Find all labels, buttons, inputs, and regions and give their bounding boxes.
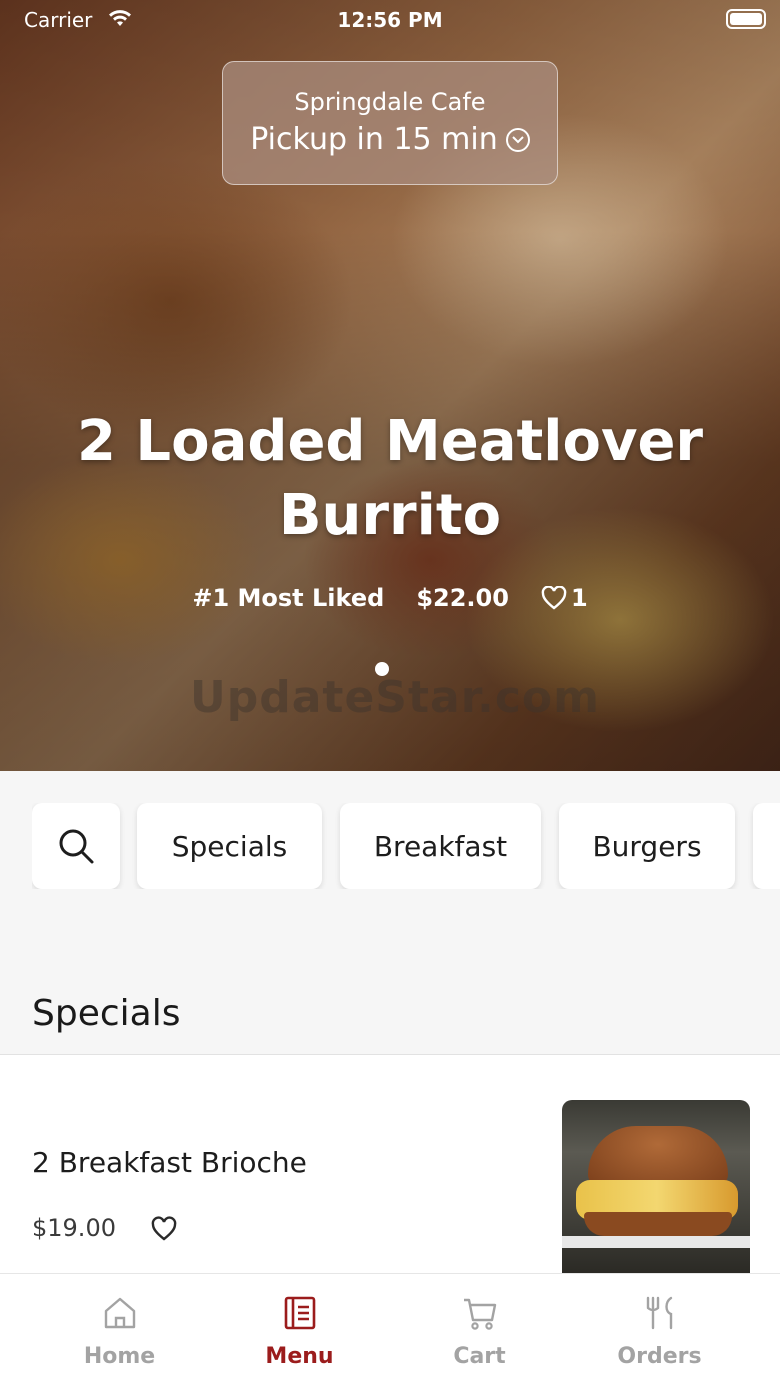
most-liked-badge: #1 Most Liked [192,584,385,612]
tab-orders[interactable]: Orders [562,1274,757,1387]
section-title: Specials [32,993,181,1034]
pickup-location-selector[interactable]: Springdale Cafe Pickup in 15 min [222,61,558,185]
pickup-time: Pickup in 15 min [250,122,498,157]
featured-item-meta: #1 Most Liked $22.00 1 [0,584,780,612]
featured-item-likes[interactable]: 1 [541,584,588,612]
status-time: 12:56 PM [337,8,443,32]
featured-item-price: $22.00 [416,584,509,612]
tab-label: Menu [265,1344,334,1369]
tab-label: Cart [453,1344,506,1369]
tab-bar: Home Menu Cart Orders [0,1273,780,1387]
tab-label: Orders [617,1344,702,1369]
category-strip: Specials Breakfast Burgers [32,803,780,889]
heart-icon [541,586,567,610]
category-label: Specials [171,829,288,863]
chevron-down-icon [505,127,530,152]
plate [562,1236,750,1248]
menu-item-name[interactable]: 2 Breakfast Brioche [32,1146,307,1179]
featured-item-title: 2 Loaded Meatlover Burrito [76,409,704,548]
heart-icon[interactable] [150,1216,178,1242]
menu-item-price: $19.00 [32,1214,116,1242]
category-chip-breakfast[interactable]: Breakfast [340,803,541,889]
status-bar: Carrier 12:56 PM [0,0,780,40]
category-label: Burgers [592,829,702,863]
tab-label: Home [83,1344,156,1369]
search-icon [59,829,94,864]
likes-count: 1 [570,584,588,612]
tab-menu[interactable]: Menu [202,1274,397,1387]
bun-top [588,1126,728,1188]
tab-home[interactable]: Home [22,1274,217,1387]
cafe-name: Springdale Cafe [294,88,486,116]
orders-icon [646,1296,673,1330]
category-label: Breakfast [373,829,508,863]
menu-item-image[interactable] [562,1100,750,1273]
category-chip-specials[interactable]: Specials [137,803,322,889]
home-icon [104,1297,136,1329]
search-button[interactable] [32,803,120,889]
tab-cart[interactable]: Cart [382,1274,577,1387]
battery-icon [726,9,766,29]
cart-icon [464,1298,497,1330]
watermark: UpdateStar.com [190,672,600,723]
bun-bottom [584,1212,732,1236]
category-chip-burgers[interactable]: Burgers [559,803,735,889]
hero-banner[interactable]: Carrier 12:56 PM Springdale Cafe Pickup … [0,0,780,771]
category-chip-more[interactable] [753,803,780,889]
menu-icon [284,1296,316,1330]
